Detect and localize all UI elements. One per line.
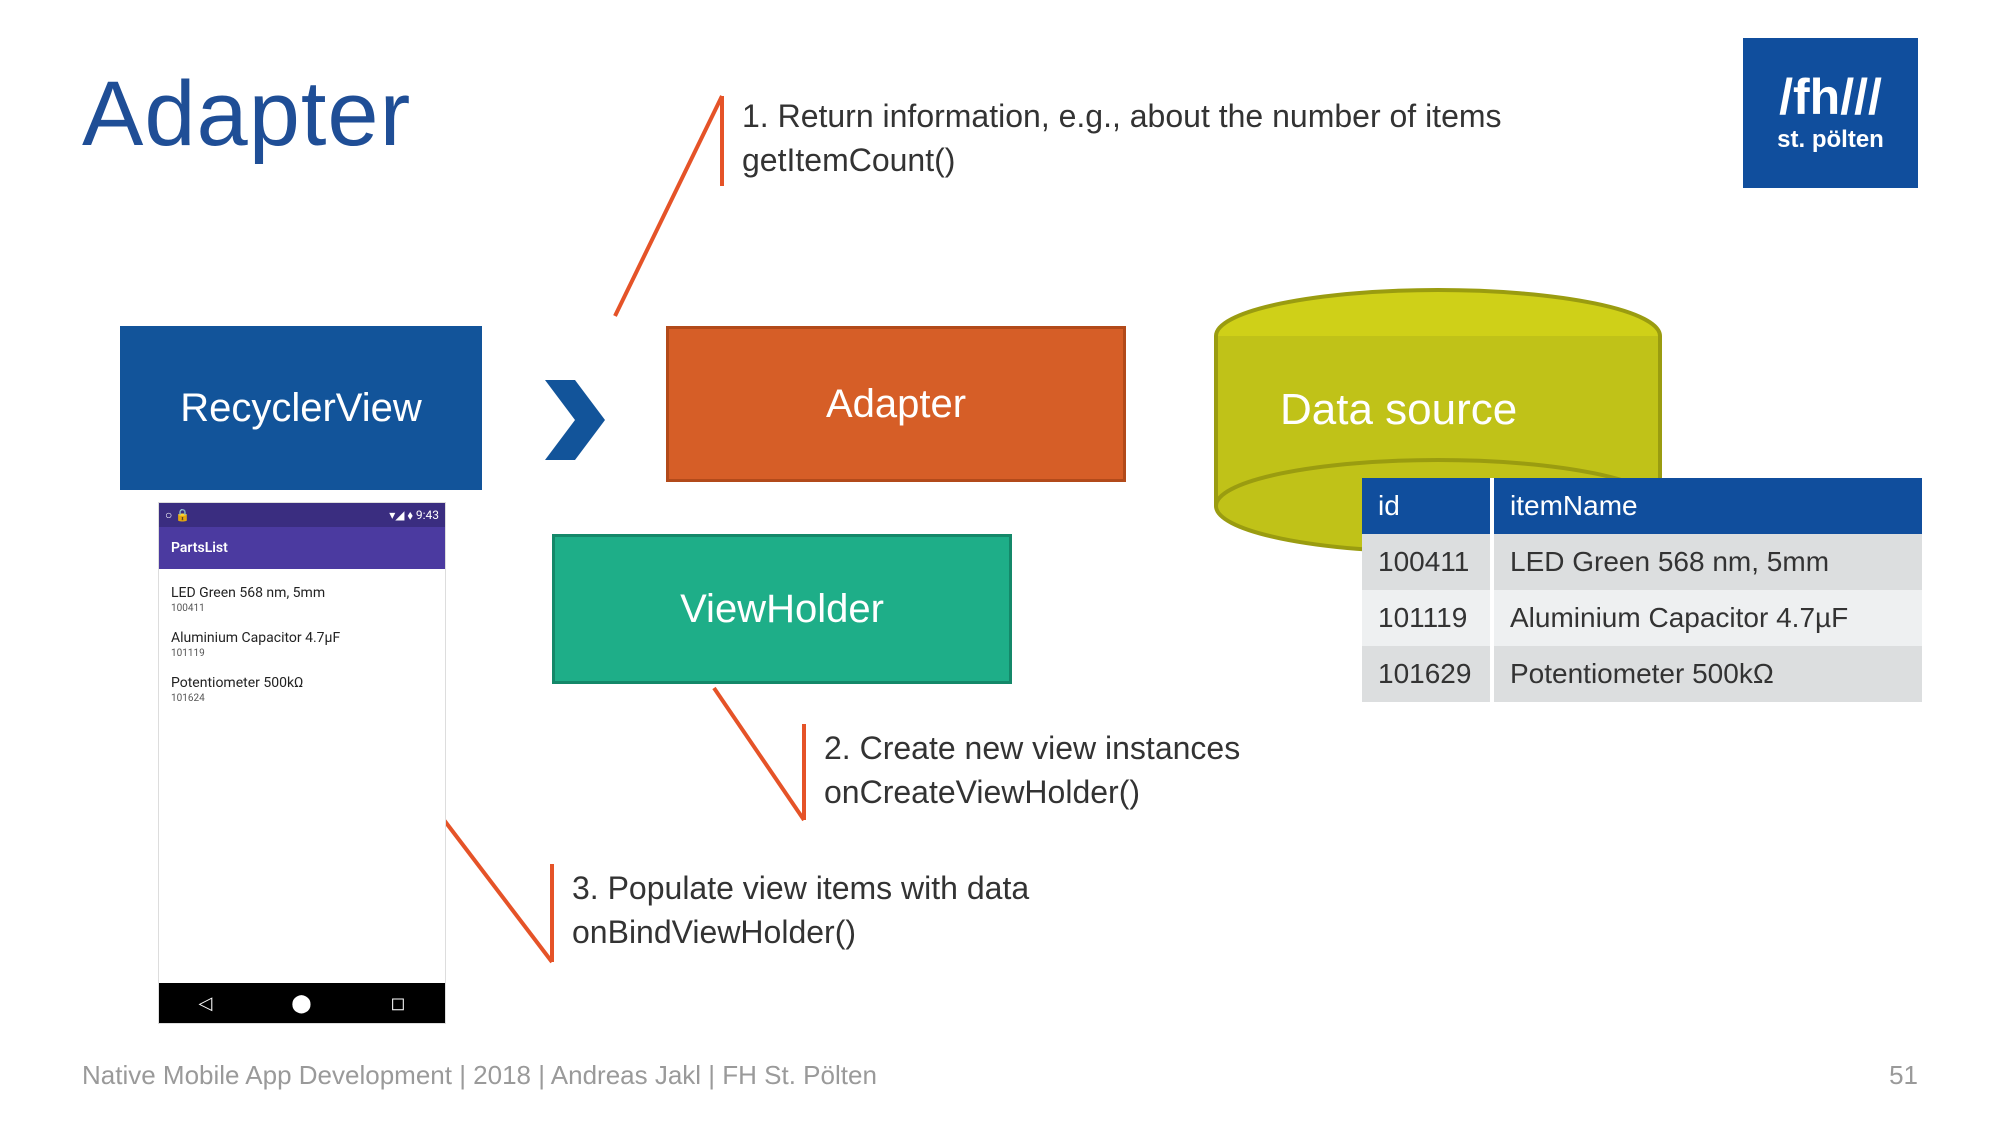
td-name: Aluminium Capacitor 4.7µF — [1492, 590, 1922, 646]
list-item-id: 101119 — [171, 648, 433, 659]
annotation-1: 1. Return information, e.g., about the n… — [742, 94, 1502, 182]
th-id: id — [1362, 478, 1492, 534]
phone-mockup: ○ 🔒 ▾◢ ⬧ 9:43 PartsList LED Green 568 nm… — [158, 502, 446, 1024]
annotation-2-line1: 2. Create new view instances — [824, 726, 1240, 770]
block-adapter: Adapter — [666, 326, 1126, 482]
page-number: 51 — [1889, 1060, 1918, 1091]
annotation-1-line2: getItemCount() — [742, 138, 1502, 182]
th-itemname: itemName — [1492, 478, 1922, 534]
list-item-name: LED Green 568 nm, 5mm — [171, 585, 433, 601]
list-item-name: Aluminium Capacitor 4.7µF — [171, 630, 433, 646]
list-item-id: 101624 — [171, 693, 433, 704]
table-header-row: id itemName — [1362, 478, 1922, 534]
td-name: LED Green 568 nm, 5mm — [1492, 534, 1922, 590]
phone-appbar: PartsList — [159, 527, 445, 569]
slide-title: Adapter — [82, 62, 411, 167]
phone-nav-bar: ◁ ⬤ ◻ — [159, 983, 445, 1023]
callout-line-1 — [615, 96, 722, 316]
block-viewholder: ViewHolder — [552, 534, 1012, 684]
phone-status-left: ○ 🔒 — [165, 508, 190, 522]
annotation-1-line1: 1. Return information, e.g., about the n… — [742, 94, 1502, 138]
label-datasource: Data source — [1280, 385, 1517, 435]
td-name: Potentiometer 500kΩ — [1492, 646, 1922, 702]
footer-text: Native Mobile App Development | 2018 | A… — [82, 1060, 877, 1091]
phone-status-bar: ○ 🔒 ▾◢ ⬧ 9:43 — [159, 503, 445, 527]
td-id: 101119 — [1362, 590, 1492, 646]
annotation-3-line2: onBindViewHolder() — [572, 910, 1029, 954]
logo-line2: st. pölten — [1777, 126, 1884, 154]
data-table: id itemName 100411 LED Green 568 nm, 5mm… — [1362, 478, 1922, 702]
nav-back-icon: ◁ — [199, 993, 213, 1014]
logo-fh: /fh/// st. pölten — [1743, 38, 1918, 188]
logo-line1: /fh/// — [1779, 72, 1882, 122]
phone-status-right: ▾◢ ⬧ 9:43 — [389, 508, 439, 523]
callout-line-2 — [714, 688, 804, 820]
chevron-right-icon — [545, 380, 625, 460]
list-item: LED Green 568 nm, 5mm 100411 — [167, 577, 437, 622]
nav-recent-icon: ◻ — [391, 993, 406, 1014]
annotation-3: 3. Populate view items with data onBindV… — [572, 866, 1029, 954]
list-item-id: 100411 — [171, 603, 433, 614]
list-item: Potentiometer 500kΩ 101624 — [167, 667, 437, 712]
table-row: 100411 LED Green 568 nm, 5mm — [1362, 534, 1922, 590]
nav-home-icon: ⬤ — [291, 993, 311, 1014]
annotation-3-line1: 3. Populate view items with data — [572, 866, 1029, 910]
td-id: 100411 — [1362, 534, 1492, 590]
td-id: 101629 — [1362, 646, 1492, 702]
annotation-2-line2: onCreateViewHolder() — [824, 770, 1240, 814]
table-row: 101119 Aluminium Capacitor 4.7µF — [1362, 590, 1922, 646]
block-recyclerview: RecyclerView — [120, 326, 482, 490]
phone-body: LED Green 568 nm, 5mm 100411 Aluminium C… — [159, 569, 445, 983]
list-item: Aluminium Capacitor 4.7µF 101119 — [167, 622, 437, 667]
callout-line-3 — [444, 820, 552, 962]
table-row: 101629 Potentiometer 500kΩ — [1362, 646, 1922, 702]
list-item-name: Potentiometer 500kΩ — [171, 675, 433, 691]
annotation-2: 2. Create new view instances onCreateVie… — [824, 726, 1240, 814]
